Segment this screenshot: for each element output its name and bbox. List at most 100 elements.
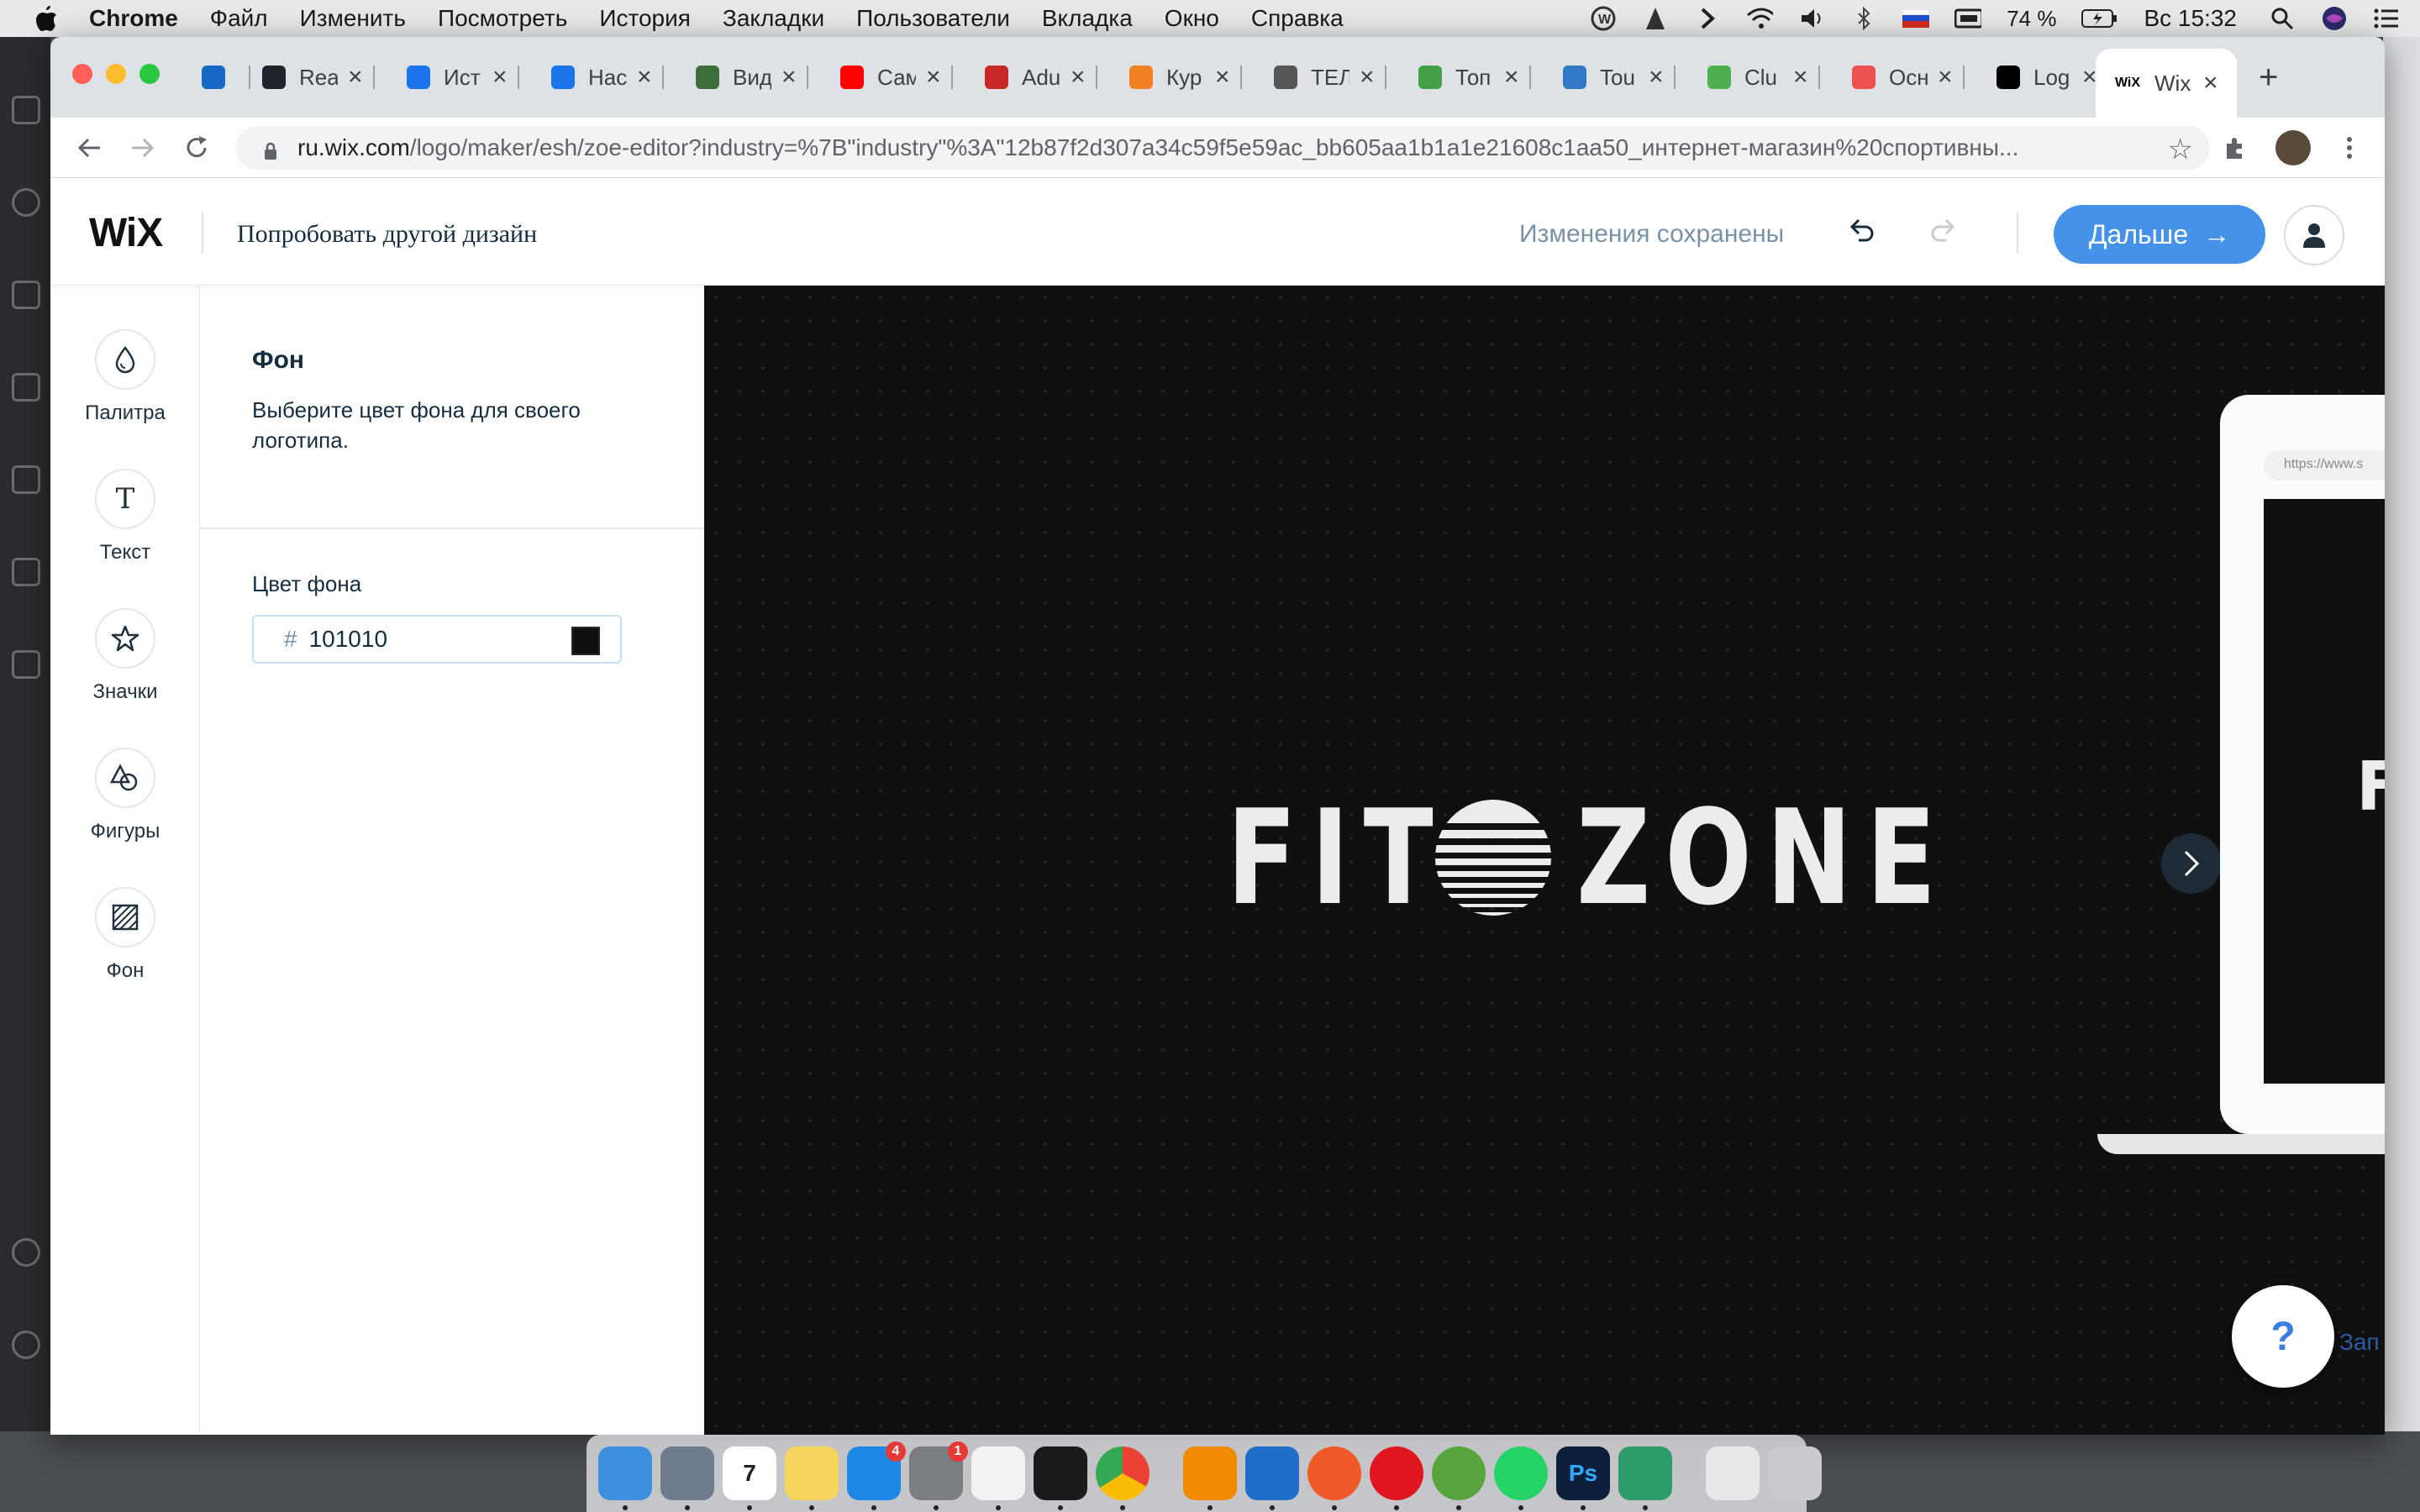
rail-item-palette[interactable]: Палитра	[50, 329, 200, 425]
tab-13[interactable]: Log ×	[1996, 59, 2109, 96]
dock-whatsapp-icon[interactable]	[1494, 1446, 1548, 1510]
tab-0[interactable]	[202, 59, 250, 96]
close-tab-icon[interactable]: ×	[1793, 63, 1808, 92]
tab-11[interactable]: Clu ×	[1707, 59, 1820, 96]
bluetooth-icon[interactable]	[1850, 5, 1877, 32]
close-tab-icon[interactable]: ×	[348, 63, 363, 92]
forward-icon[interactable]	[128, 133, 158, 163]
apple-icon[interactable]	[34, 4, 59, 33]
lock-icon[interactable]	[264, 139, 277, 160]
menu-window[interactable]: Окно	[1165, 5, 1219, 32]
background-color-input[interactable]: # 101010	[252, 615, 622, 664]
logo-preview[interactable]: FIT ZONE	[1227, 792, 1936, 923]
menu-bookmarks[interactable]: Закладки	[723, 5, 824, 32]
dock-utorrent-icon[interactable]	[1432, 1446, 1486, 1510]
extensions-puzzle-icon[interactable]	[2220, 133, 2250, 163]
dock-photoshop-icon[interactable]: Ps	[1556, 1446, 1610, 1510]
dock-vscode-icon[interactable]	[1245, 1446, 1299, 1510]
volume-icon[interactable]	[1798, 5, 1825, 32]
close-tab-icon[interactable]: ×	[1649, 63, 1664, 92]
next-button[interactable]: Дальше →	[2054, 205, 2265, 264]
dock-textedit-icon[interactable]	[971, 1446, 1025, 1510]
zoom-window-button[interactable]	[139, 64, 160, 84]
close-tab-icon[interactable]: ×	[492, 63, 508, 92]
close-tab-icon[interactable]: ×	[1938, 63, 1953, 92]
menu-file[interactable]: Файл	[210, 5, 268, 32]
dock-appstore-icon[interactable]: 4	[847, 1441, 906, 1510]
keyboard-icon[interactable]	[1954, 5, 1982, 32]
dock-preview-icon[interactable]	[1706, 1446, 1760, 1500]
menu-clock[interactable]: Вс 15:32	[2144, 5, 2237, 32]
menu-view[interactable]: Посмотреть	[438, 5, 567, 32]
notification-center-icon[interactable]	[2373, 5, 2400, 32]
color-swatch[interactable]	[571, 627, 600, 655]
close-window-button[interactable]	[72, 64, 92, 84]
close-tab-icon[interactable]: ×	[2203, 69, 2218, 97]
dock-sketchbook-icon[interactable]	[1618, 1446, 1672, 1510]
dock-vlc-icon[interactable]	[1183, 1446, 1237, 1510]
tab-9[interactable]: Топ ×	[1418, 59, 1531, 96]
address-bar[interactable]: ru.wix.com/logo/maker/esh/zoe-editor?ind…	[235, 126, 2210, 170]
wordpress-icon[interactable]: W	[1590, 5, 1617, 32]
russian-flag-icon[interactable]	[1902, 5, 1930, 32]
wifi-icon[interactable]	[1746, 5, 1774, 32]
minimize-window-button[interactable]	[106, 64, 126, 84]
spotlight-search-icon[interactable]	[2269, 5, 2296, 32]
siri-icon[interactable]	[2321, 5, 2348, 32]
tab-wix-active[interactable]: WiX Wix ×	[2096, 49, 2237, 118]
bookmark-star-icon[interactable]: ☆	[2168, 133, 2193, 166]
user-account-button[interactable]	[2284, 205, 2344, 265]
menu-app-name[interactable]: Chrome	[89, 5, 178, 32]
close-tab-icon[interactable]: ×	[781, 63, 797, 92]
battery-icon[interactable]	[2081, 5, 2118, 32]
vlc-menu-icon[interactable]	[1642, 5, 1669, 32]
try-another-design-link[interactable]: Попробовать другой дизайн	[237, 220, 537, 249]
tab-2[interactable]: Ист ×	[407, 59, 519, 96]
profile-avatar[interactable]	[2275, 129, 2311, 165]
rail-item-icons[interactable]: Значки	[50, 608, 200, 704]
dock-system-preferences-icon[interactable]: 1	[909, 1441, 968, 1510]
tab-12[interactable]: Осн ×	[1852, 59, 1965, 96]
reload-icon[interactable]	[182, 133, 212, 163]
rail-item-text[interactable]: T Текст	[50, 469, 200, 564]
help-button[interactable]: ?	[2232, 1285, 2334, 1388]
close-tab-icon[interactable]: ×	[926, 63, 941, 92]
dock-calendar-icon[interactable]: 7	[723, 1446, 776, 1510]
chrome-menu-icon[interactable]	[2334, 133, 2365, 163]
chevron-right-icon[interactable]	[1694, 5, 1721, 32]
dock-trash-icon[interactable]	[1768, 1446, 1822, 1500]
tab-8[interactable]: ТЕЛ ×	[1274, 59, 1386, 96]
redo-icon[interactable]	[1923, 210, 1965, 252]
menu-edit[interactable]: Изменить	[300, 5, 406, 32]
dock-paw-icon[interactable]	[1307, 1446, 1361, 1510]
new-tab-button[interactable]: +	[2259, 59, 2278, 97]
back-icon[interactable]	[74, 133, 104, 163]
tab-10[interactable]: Tou ×	[1563, 59, 1676, 96]
menu-history[interactable]: История	[599, 5, 691, 32]
tab-5[interactable]: Сам ×	[840, 59, 953, 96]
tab-1[interactable]: Rea ×	[262, 59, 375, 96]
close-tab-icon[interactable]: ×	[1504, 63, 1519, 92]
menu-tab[interactable]: Вкладка	[1042, 5, 1133, 32]
dock-chrome-icon[interactable]	[1096, 1446, 1150, 1510]
close-tab-icon[interactable]: ×	[1360, 63, 1375, 92]
dock-finder-icon[interactable]	[598, 1446, 652, 1510]
close-tab-icon[interactable]: ×	[1071, 63, 1086, 92]
menu-people[interactable]: Пользователи	[856, 5, 1010, 32]
menu-help[interactable]: Справка	[1251, 5, 1344, 32]
rail-item-background[interactable]: Фон	[50, 887, 200, 983]
undo-icon[interactable]	[1840, 210, 1882, 252]
next-mockup-button[interactable]	[2161, 833, 2222, 894]
dock-notes-icon[interactable]	[785, 1446, 839, 1510]
tab-6[interactable]: Adu ×	[985, 59, 1097, 96]
tab-4[interactable]: Вид ×	[696, 59, 808, 96]
close-tab-icon[interactable]: ×	[637, 63, 652, 92]
dock-opera-icon[interactable]	[1370, 1446, 1423, 1510]
dock-terminal-icon[interactable]	[1034, 1446, 1087, 1510]
tab-3[interactable]: Нас ×	[551, 59, 664, 96]
tab-7[interactable]: Кур ×	[1129, 59, 1242, 96]
wix-logo[interactable]: WiX	[89, 210, 163, 256]
close-tab-icon[interactable]: ×	[2082, 63, 2097, 92]
color-hex-value[interactable]: 101010	[309, 626, 387, 653]
rail-item-shapes[interactable]: Фигуры	[50, 748, 200, 843]
